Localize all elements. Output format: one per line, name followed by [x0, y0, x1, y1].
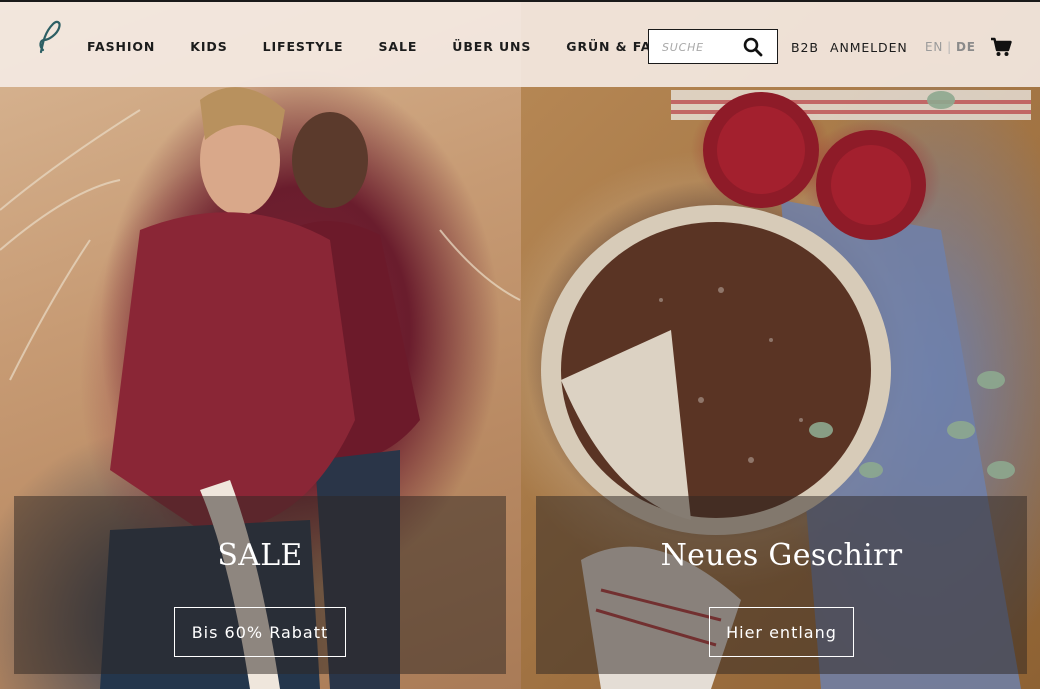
sale-promo-title: SALE — [217, 538, 303, 573]
tableware-promo-box: Neues Geschirr Hier entlang — [536, 496, 1027, 674]
lang-de-link[interactable]: DE — [956, 40, 976, 54]
search-box — [648, 29, 778, 64]
nav-lifestyle[interactable]: LIFESTYLE — [263, 39, 344, 54]
cart-icon[interactable] — [990, 37, 1012, 57]
main-navigation: FASHION KIDS LIFESTYLE SALE ÜBER UNS GRÜ… — [87, 39, 702, 54]
sale-discount-button[interactable]: Bis 60% Rabatt — [174, 607, 346, 657]
nav-sale[interactable]: SALE — [379, 39, 418, 54]
sale-promo-box: SALE Bis 60% Rabatt — [14, 496, 506, 674]
lang-en-link[interactable]: EN — [925, 40, 943, 54]
nav-about-us[interactable]: ÜBER UNS — [452, 39, 531, 54]
site-header: FASHION KIDS LIFESTYLE SALE ÜBER UNS GRÜ… — [0, 0, 1040, 87]
search-icon[interactable] — [743, 37, 763, 57]
leaf-letter-logo-icon[interactable] — [35, 18, 65, 58]
lang-separator: | — [947, 40, 953, 54]
tableware-link-button[interactable]: Hier entlang — [709, 607, 854, 657]
language-switcher: EN | DE — [925, 40, 976, 54]
b2b-link[interactable]: B2B — [791, 40, 819, 55]
login-link[interactable]: ANMELDEN — [830, 40, 908, 55]
nav-kids[interactable]: KIDS — [190, 39, 227, 54]
tableware-promo-title: Neues Geschirr — [660, 538, 903, 573]
nav-fashion[interactable]: FASHION — [87, 39, 155, 54]
search-input[interactable] — [662, 38, 742, 56]
